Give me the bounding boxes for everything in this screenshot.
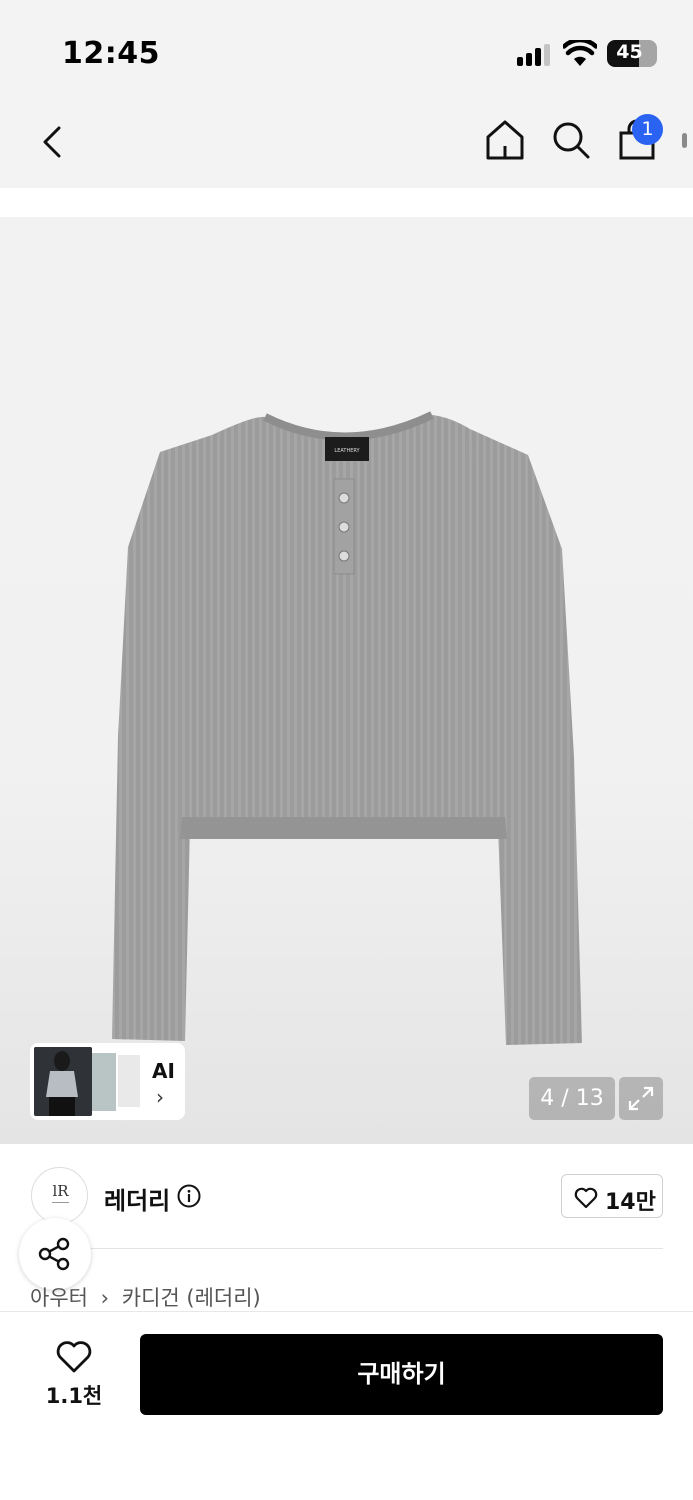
scroll-indicator (682, 133, 687, 148)
bottom-action-bar: 1.1천 구매하기 (0, 1311, 693, 1500)
breadcrumb-item-outer[interactable]: 아우터 (30, 1286, 88, 1310)
brand-monogram: lR (52, 1182, 69, 1200)
expand-icon (628, 1086, 654, 1111)
product-image-gallery[interactable]: LEATHERY AI › 4 / 13 (0, 217, 693, 1144)
ai-styling-card[interactable]: AI › (30, 1043, 185, 1120)
ai-thumbnail-image (118, 1055, 140, 1107)
ai-thumbnail-image (92, 1053, 116, 1111)
brand-section: lR 레더리 14만 (0, 1144, 693, 1254)
expand-button[interactable] (619, 1077, 663, 1120)
ai-label: AI (152, 1059, 175, 1083)
garment-label-text: LEATHERY (334, 448, 360, 454)
cellular-signal-icon (517, 44, 553, 66)
breadcrumb-separator: › (100, 1286, 110, 1310)
breadcrumb-item-cardigan[interactable]: 카디건 (레더리) (122, 1286, 261, 1310)
battery-percent: 45 (616, 41, 643, 63)
wishlist-count: 1.1천 (45, 1384, 103, 1408)
search-icon[interactable] (550, 118, 592, 162)
brand-name[interactable]: 레더리 (104, 1181, 170, 1216)
brand-logo[interactable]: lR (31, 1167, 88, 1224)
status-time: 12:45 (62, 36, 160, 71)
heart-icon (574, 1187, 598, 1209)
cart-count-badge: 1 (632, 114, 663, 145)
breadcrumb: 아우터 › 카디건 (레더리) (30, 1282, 267, 1312)
wifi-icon (563, 40, 597, 66)
share-button[interactable] (19, 1218, 91, 1290)
status-bar: 12:45 45 (0, 0, 693, 100)
share-icon (38, 1237, 70, 1271)
product-image: LEATHERY (112, 411, 582, 1045)
top-nav-bar: 1 (0, 100, 693, 188)
back-icon[interactable] (38, 122, 68, 162)
heart-outline-icon[interactable] (55, 1340, 93, 1374)
brand-like-button[interactable]: 14만 (561, 1174, 663, 1218)
brand-like-count: 14만 (605, 1190, 656, 1215)
chevron-right-icon: › (156, 1085, 164, 1109)
battery-icon: 45 (607, 40, 657, 67)
info-icon[interactable] (177, 1184, 201, 1208)
ai-thumbnail-image (34, 1047, 92, 1116)
home-icon[interactable] (484, 118, 526, 162)
buy-button[interactable]: 구매하기 (140, 1334, 663, 1415)
image-counter: 4 / 13 (529, 1077, 615, 1120)
divider (31, 1248, 663, 1249)
